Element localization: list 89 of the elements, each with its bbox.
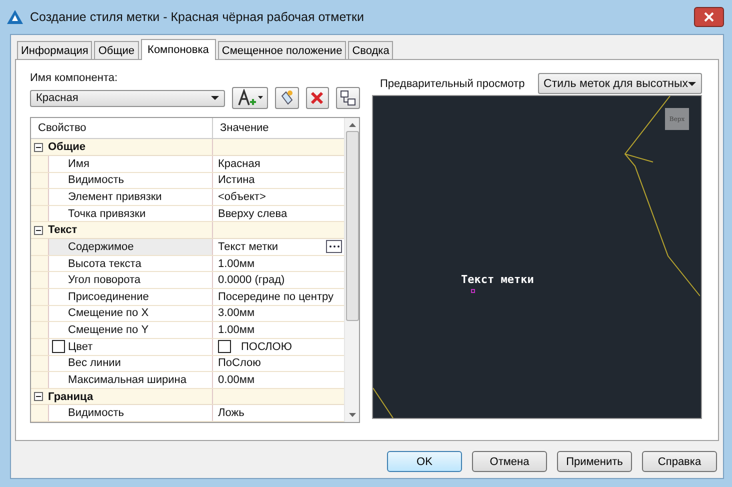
delete-icon: [309, 90, 326, 106]
scroll-down-icon[interactable]: [348, 413, 356, 417]
component-label: Имя компонента:: [30, 72, 119, 84]
component-dropdown[interactable]: Красная: [30, 90, 226, 106]
property-value[interactable]: 0.0000 (град): [218, 274, 285, 286]
scrollbar[interactable]: [344, 118, 359, 422]
tab[interactable]: Общие: [94, 41, 139, 59]
property-row[interactable]: Угол поворота 0.0000 (град): [31, 272, 344, 289]
group-name[interactable]: Общие: [48, 141, 86, 154]
tab[interactable]: Смещенное положение: [218, 41, 346, 59]
add-text-button[interactable]: [232, 87, 268, 109]
layout-button[interactable]: [336, 87, 360, 109]
dialog-button[interactable]: Отмена: [472, 451, 547, 472]
label-text: Текст метки: [461, 273, 534, 286]
column-header[interactable]: Значение: [213, 118, 269, 138]
property-value[interactable]: Посередине по центру: [218, 290, 334, 303]
property-value[interactable]: ПОСЛОЮ: [241, 340, 292, 353]
collapse-icon[interactable]: [34, 392, 43, 402]
property-value[interactable]: Ложь: [218, 407, 244, 420]
property-name[interactable]: Содержимое: [68, 240, 134, 253]
property-row[interactable]: Высота текста 1.00мм: [31, 256, 344, 272]
tab[interactable]: Информация: [17, 41, 92, 59]
property-name[interactable]: Высота текста: [68, 258, 142, 270]
brush-icon: [278, 90, 295, 106]
property-row[interactable]: Содержимое Текст метки: [31, 239, 344, 256]
caret-icon: [688, 82, 696, 86]
delete-button[interactable]: [306, 87, 330, 109]
property-row[interactable]: Максимальная ширина 0.00мм: [31, 372, 344, 389]
app-logo-icon: [6, 9, 24, 25]
property-value[interactable]: Вверху слева: [218, 208, 288, 220]
close-button[interactable]: [694, 7, 724, 27]
property-name[interactable]: Точка привязки: [68, 208, 146, 220]
property-row[interactable]: Вес линии ПоСлою: [31, 356, 344, 372]
property-value[interactable]: 1.00мм: [218, 324, 255, 336]
property-name[interactable]: Имя: [68, 158, 90, 170]
property-name[interactable]: Вес линии: [68, 357, 121, 370]
anchor-point-icon: [471, 289, 475, 293]
caret-icon: [211, 96, 220, 100]
window-title: Создание стиля метки - Красная чёрная рабочая отметки: [30, 10, 365, 24]
property-value[interactable]: 0.00мм: [218, 374, 255, 386]
copy-format-button[interactable]: [274, 87, 299, 109]
property-row[interactable]: Видимость Ложь: [31, 405, 344, 422]
group-name[interactable]: Граница: [48, 390, 94, 403]
layout-icon: [340, 90, 356, 106]
property-name[interactable]: Максимальная ширина: [68, 374, 186, 386]
scrollbar-thumb[interactable]: [346, 131, 358, 321]
property-row[interactable]: Смещение по X 3.00мм: [31, 306, 344, 322]
property-row[interactable]: Смещение по Y 1.00мм: [31, 322, 344, 339]
dialog-button[interactable]: OK: [387, 451, 462, 472]
property-row[interactable]: Элемент привязки <объект>: [31, 189, 344, 206]
group-row[interactable]: Общие: [31, 139, 344, 156]
group-name[interactable]: Текст: [48, 224, 78, 236]
preview-label: Предварительный просмотр: [379, 78, 526, 90]
property-value[interactable]: 3.00мм: [218, 307, 255, 320]
property-name[interactable]: Угол поворота: [68, 274, 141, 286]
group-row[interactable]: Граница: [31, 388, 344, 406]
tab[interactable]: Компоновка: [140, 39, 216, 60]
property-value[interactable]: ПоСлою: [218, 357, 261, 370]
property-name[interactable]: Присоединение: [68, 290, 149, 303]
property-row[interactable]: Цвет ПОСЛОЮ: [31, 338, 344, 356]
property-row[interactable]: Присоединение Посередине по центру: [31, 289, 344, 306]
property-value[interactable]: 1.00мм: [218, 258, 255, 270]
property-value[interactable]: <объект>: [218, 190, 266, 203]
letter-a-plus-icon: [237, 89, 264, 107]
property-name[interactable]: Смещение по Y: [68, 324, 149, 336]
group-row[interactable]: Текст: [31, 222, 344, 240]
property-value[interactable]: Текст метки: [218, 240, 278, 253]
column-header[interactable]: Свойство: [31, 118, 213, 138]
dialog-button[interactable]: Справка: [642, 451, 717, 472]
ellipsis-icon: [328, 245, 340, 248]
collapse-icon[interactable]: [34, 226, 43, 235]
property-name[interactable]: Смещение по X: [68, 307, 149, 320]
property-name[interactable]: Элемент привязки: [68, 190, 162, 203]
preview-style-dropdown[interactable]: Стиль меток для высотных: [538, 73, 702, 94]
property-name[interactable]: Видимость: [68, 174, 124, 186]
property-row[interactable]: Видимость Истина: [31, 172, 344, 190]
scroll-up-icon[interactable]: [348, 123, 356, 127]
property-value[interactable]: Истина: [218, 174, 255, 186]
property-row[interactable]: Точка привязки Вверху слева: [31, 206, 344, 222]
close-icon: [704, 12, 714, 22]
property-name[interactable]: Цвет: [68, 340, 93, 353]
property-name[interactable]: Видимость: [68, 407, 124, 420]
collapse-icon[interactable]: [34, 142, 43, 152]
property-value[interactable]: Красная: [218, 158, 260, 170]
tab[interactable]: Сводка: [348, 41, 394, 59]
dialog-button[interactable]: Применить: [557, 451, 632, 472]
color-swatch: [218, 340, 231, 354]
more-button[interactable]: [326, 240, 342, 254]
property-row[interactable]: Имя Красная: [31, 156, 344, 173]
